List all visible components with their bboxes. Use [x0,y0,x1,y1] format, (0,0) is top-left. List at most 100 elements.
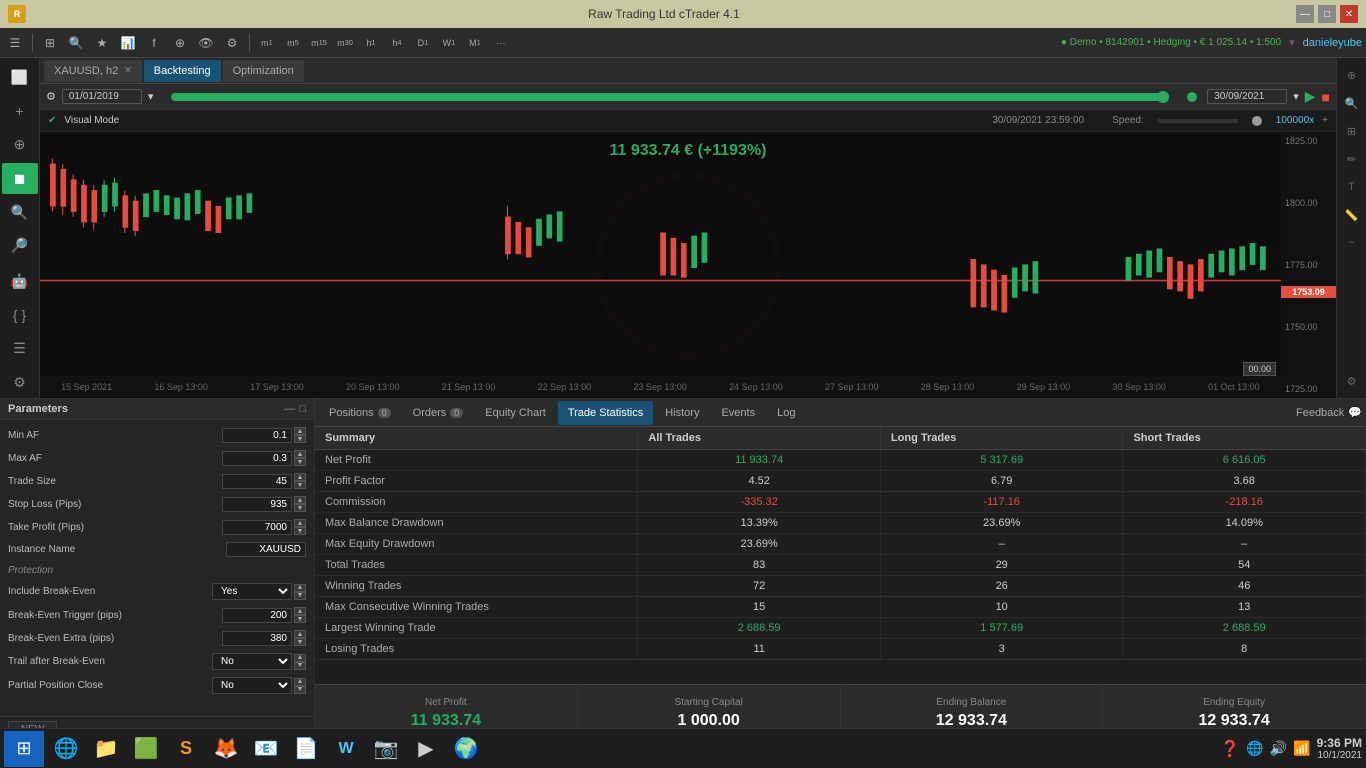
taskbar-bars-icon[interactable]: 📶 [1293,740,1310,757]
visual-mode-label[interactable]: Visual Mode [64,115,119,126]
tab-close-icon[interactable]: ✕ [124,65,132,76]
param-instance-name-input[interactable] [226,542,306,557]
tf-m15[interactable]: m15 [308,32,330,54]
sidebar-active[interactable]: ◼ [2,163,38,195]
param-stop-loss-input[interactable] [222,497,292,512]
sidebar-list[interactable]: ☰ [2,333,38,365]
tf-w1[interactable]: W1 [438,32,460,54]
settings-ctrl-icon[interactable]: ⚙ [46,90,56,103]
down-arrow-8[interactable]: ▼ [294,638,306,646]
tf-mn[interactable]: M1 [464,32,486,54]
down-arrow-6[interactable]: ▼ [294,592,306,600]
down-arrow-9[interactable]: ▼ [294,662,306,670]
down-arrow[interactable]: ▼ [294,435,306,443]
down-arrow-7[interactable]: ▼ [294,615,306,623]
sidebar-code[interactable]: { } [2,299,38,331]
tf-h1[interactable]: h1 [360,32,382,54]
eye-icon[interactable]: 👁 [195,32,217,54]
rt-config[interactable]: ⚙ [1339,368,1365,394]
close-button[interactable]: ✕ [1340,5,1358,23]
tab-backtesting[interactable]: Backtesting [144,60,221,82]
up-arrow-7[interactable]: ▲ [294,607,306,615]
up-arrow-8[interactable]: ▲ [294,630,306,638]
up-arrow-4[interactable]: ▲ [294,496,306,504]
layers-icon[interactable]: ⊕ [169,32,191,54]
up-arrow-9[interactable]: ▲ [294,654,306,662]
play-button[interactable]: ▶ [1305,88,1316,105]
tab-xauusd[interactable]: XAUUSD, h2 ✕ [44,60,142,82]
up-arrow-6[interactable]: ▲ [294,584,306,592]
param-break-even-select[interactable]: YesNo [212,583,292,600]
tab-positions[interactable]: Positions 0 [319,401,401,425]
taskbar-word[interactable]: W [328,731,364,767]
rt-expand[interactable]: ⊞ [1339,118,1365,144]
start-date-input[interactable] [62,89,142,104]
param-trail-select[interactable]: NoYes [212,653,292,670]
bar-chart-icon[interactable]: 📊 [117,32,139,54]
star-icon[interactable]: ★ [91,32,113,54]
rt-draw[interactable]: ✏ [1339,146,1365,172]
down-arrow-5[interactable]: ▼ [294,527,306,535]
taskbar-ie[interactable]: 🌐 [48,731,84,767]
calendar-end-icon[interactable]: ▾ [1293,90,1299,103]
taskbar-media[interactable]: ▶ [408,731,444,767]
menu-icon[interactable]: ☰ [4,32,26,54]
param-take-profit-input[interactable] [222,520,292,535]
param-break-even-extra-input[interactable] [222,631,292,646]
params-maximize-icon[interactable]: □ [299,403,306,415]
rt-crosshair[interactable]: ⊕ [1339,62,1365,88]
taskbar-sublime[interactable]: S [168,731,204,767]
plus-zoom-icon[interactable]: + [1322,115,1328,126]
param-max-af-input[interactable] [222,451,292,466]
tf-m5[interactable]: m5 [282,32,304,54]
sidebar-new[interactable]: + [2,96,38,128]
sidebar-magnify[interactable]: 🔎 [2,230,38,262]
settings-icon[interactable]: ⚙ [221,32,243,54]
taskbar-globe[interactable]: 🌍 [448,731,484,767]
up-arrow-3[interactable]: ▲ [294,473,306,481]
feedback-button[interactable]: Feedback 💬 [1296,406,1362,419]
down-arrow-4[interactable]: ▼ [294,504,306,512]
down-arrow-2[interactable]: ▼ [294,458,306,466]
tf-m30[interactable]: m30 [334,32,356,54]
up-arrow-2[interactable]: ▲ [294,450,306,458]
rt-fib[interactable]: ~ [1339,230,1365,256]
minimize-button[interactable]: — [1296,5,1314,23]
param-trade-size-input[interactable] [222,474,292,489]
end-date-input[interactable] [1207,89,1287,104]
tab-log[interactable]: Log [767,401,805,425]
param-partial-close-select[interactable]: NoYes [212,677,292,694]
up-arrow[interactable]: ▲ [294,427,306,435]
search-icon[interactable]: 🔍 [65,32,87,54]
tab-orders[interactable]: Orders 0 [403,401,474,425]
tf-m1[interactable]: m1 [256,32,278,54]
maximize-button[interactable]: □ [1318,5,1336,23]
tf-h4[interactable]: h4 [386,32,408,54]
rt-measure[interactable]: 📏 [1339,202,1365,228]
tab-optimization[interactable]: Optimization [223,60,304,82]
rt-text[interactable]: T [1339,174,1365,200]
param-break-even-trigger-input[interactable] [222,608,292,623]
facebook-icon[interactable]: f [143,32,165,54]
taskbar-folder[interactable]: 📁 [88,731,124,767]
params-minimize-icon[interactable]: — [284,403,295,415]
param-min-af-input[interactable] [222,428,292,443]
candle-chart[interactable]: 11 933.74 € (+1193%) R [40,132,1336,398]
tab-events[interactable]: Events [711,401,765,425]
tf-more[interactable]: ··· [490,32,512,54]
tf-d1[interactable]: D1 [412,32,434,54]
taskbar-doc[interactable]: 📄 [288,731,324,767]
chart-icon[interactable]: ⊞ [39,32,61,54]
sidebar-robot[interactable]: 🤖 [2,266,38,298]
rt-zoom[interactable]: 🔍 [1339,90,1365,116]
timeline[interactable] [171,93,1169,101]
down-arrow-3[interactable]: ▼ [294,481,306,489]
up-arrow-5[interactable]: ▲ [294,519,306,527]
taskbar-speaker-icon[interactable]: 🔊 [1270,740,1287,757]
taskbar-network-icon[interactable]: 🌐 [1246,740,1263,757]
timeline-handle[interactable] [1157,91,1169,103]
up-arrow-10[interactable]: ▲ [294,678,306,686]
taskbar-photo[interactable]: 📷 [368,731,404,767]
stop-button[interactable]: ■ [1322,89,1330,105]
sidebar-copy[interactable]: ⊕ [2,129,38,161]
